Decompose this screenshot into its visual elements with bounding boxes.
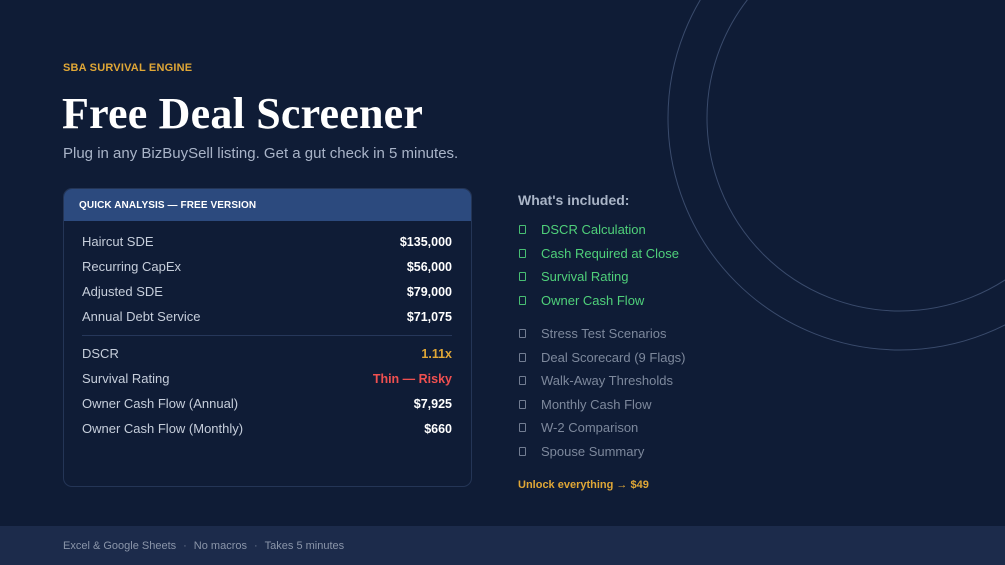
metric-row-haircut-sde: Haircut SDE $135,000 — [82, 229, 452, 254]
eyebrow-label: SBA SURVIVAL ENGINE — [63, 62, 193, 74]
card-divider — [82, 335, 452, 336]
check-box-icon — [519, 225, 526, 235]
feature-gap — [518, 312, 818, 322]
feature-item-owner-cash-flow: Owner Cash Flow — [518, 289, 818, 313]
metric-label: Recurring CapEx — [82, 259, 181, 274]
lock-box-icon — [519, 423, 526, 433]
footer-separator: · — [183, 539, 187, 552]
quick-analysis-card: QUICK ANALYSIS — FREE VERSION Haircut SD… — [63, 188, 472, 487]
metric-label: Haircut SDE — [82, 234, 154, 249]
page: SBA SURVIVAL ENGINE Free Deal Screener P… — [0, 0, 1005, 565]
feature-label: Spouse Summary — [541, 443, 645, 459]
feature-item-deal-scorecard: Deal Scorecard (9 Flags) — [518, 346, 818, 370]
survival-rating-value: Thin — Risky — [372, 371, 452, 386]
dscr-value: 1.11x — [421, 346, 452, 361]
lock-box-icon — [519, 329, 526, 339]
feature-label: Monthly Cash Flow — [541, 396, 652, 412]
metric-value: $56,000 — [406, 259, 452, 274]
metric-value: $135,000 — [399, 234, 452, 249]
unlock-link[interactable]: Unlock everything → $49 — [518, 479, 818, 491]
lock-box-icon — [519, 352, 526, 362]
feature-label: W-2 Comparison — [541, 420, 639, 436]
feature-item-survival-rating: Survival Rating — [518, 265, 818, 289]
metric-value: $71,075 — [406, 309, 452, 324]
feature-label: Stress Test Scenarios — [541, 326, 667, 342]
metric-row-owner-cash-flow-annual: Owner Cash Flow (Annual) $7,925 — [82, 391, 452, 416]
metric-row-survival-rating: Survival Rating Thin — Risky — [82, 366, 452, 391]
metric-value: $7,925 — [413, 396, 452, 411]
feature-label: Owner Cash Flow — [541, 292, 645, 308]
feature-item-dscr-calculation: DSCR Calculation — [518, 218, 818, 242]
feature-label: Cash Required at Close — [541, 245, 680, 261]
footer-bar: Excel & Google Sheets · No macros · Take… — [0, 526, 1005, 565]
metric-label: Owner Cash Flow (Monthly) — [82, 421, 244, 436]
feature-item-stress-test: Stress Test Scenarios — [518, 322, 818, 346]
feature-label: Deal Scorecard (9 Flags) — [541, 349, 686, 365]
feature-label: DSCR Calculation — [541, 222, 646, 238]
included-heading: What's included: — [518, 192, 630, 208]
metric-row-owner-cash-flow-monthly: Owner Cash Flow (Monthly) $660 — [82, 416, 452, 441]
check-box-icon — [519, 272, 526, 282]
check-box-icon — [519, 295, 526, 305]
metric-row-dscr: DSCR 1.11x — [82, 341, 452, 366]
page-subtitle: Plug in any BizBuySell listing. Get a gu… — [63, 145, 459, 162]
lock-box-icon — [519, 446, 526, 456]
footer-item-duration: Takes 5 minutes — [264, 539, 345, 552]
feature-item-cash-required: Cash Required at Close — [518, 242, 818, 266]
metric-value: $660 — [424, 421, 452, 436]
metric-label: Adjusted SDE — [82, 284, 163, 299]
feature-item-spouse-summary: Spouse Summary — [518, 440, 818, 464]
lock-box-icon — [519, 399, 526, 409]
metric-row-adjusted-sde: Adjusted SDE $79,000 — [82, 279, 452, 304]
metric-label: Annual Debt Service — [82, 309, 201, 324]
metric-label: Owner Cash Flow (Annual) — [82, 396, 239, 411]
lock-box-icon — [519, 376, 526, 386]
footer-item-platforms: Excel & Google Sheets — [63, 539, 177, 552]
metric-label: Survival Rating — [82, 371, 170, 386]
footer-separator: · — [253, 539, 258, 552]
metric-label: DSCR — [82, 346, 119, 361]
feature-label: Survival Rating — [541, 269, 629, 285]
page-title: Free Deal Screener — [62, 89, 424, 138]
metric-value: $79,000 — [406, 284, 452, 299]
included-features: What's included: DSCR Calculation Cash R… — [518, 192, 818, 491]
check-box-icon — [519, 248, 526, 258]
feature-item-walk-away: Walk-Away Thresholds — [518, 369, 818, 393]
feature-item-monthly-cash-flow: Monthly Cash Flow — [518, 393, 818, 417]
card-header: QUICK ANALYSIS — FREE VERSION — [64, 189, 471, 221]
footer-item-macros: No macros — [193, 539, 247, 552]
feature-item-w2-comparison: W-2 Comparison — [518, 416, 818, 440]
metric-row-recurring-capex: Recurring CapEx $56,000 — [82, 254, 452, 279]
feature-label: Walk-Away Thresholds — [541, 373, 673, 389]
card-body: Haircut SDE $135,000 Recurring CapEx $56… — [64, 221, 471, 441]
metric-row-annual-debt-service: Annual Debt Service $71,075 — [82, 304, 452, 329]
